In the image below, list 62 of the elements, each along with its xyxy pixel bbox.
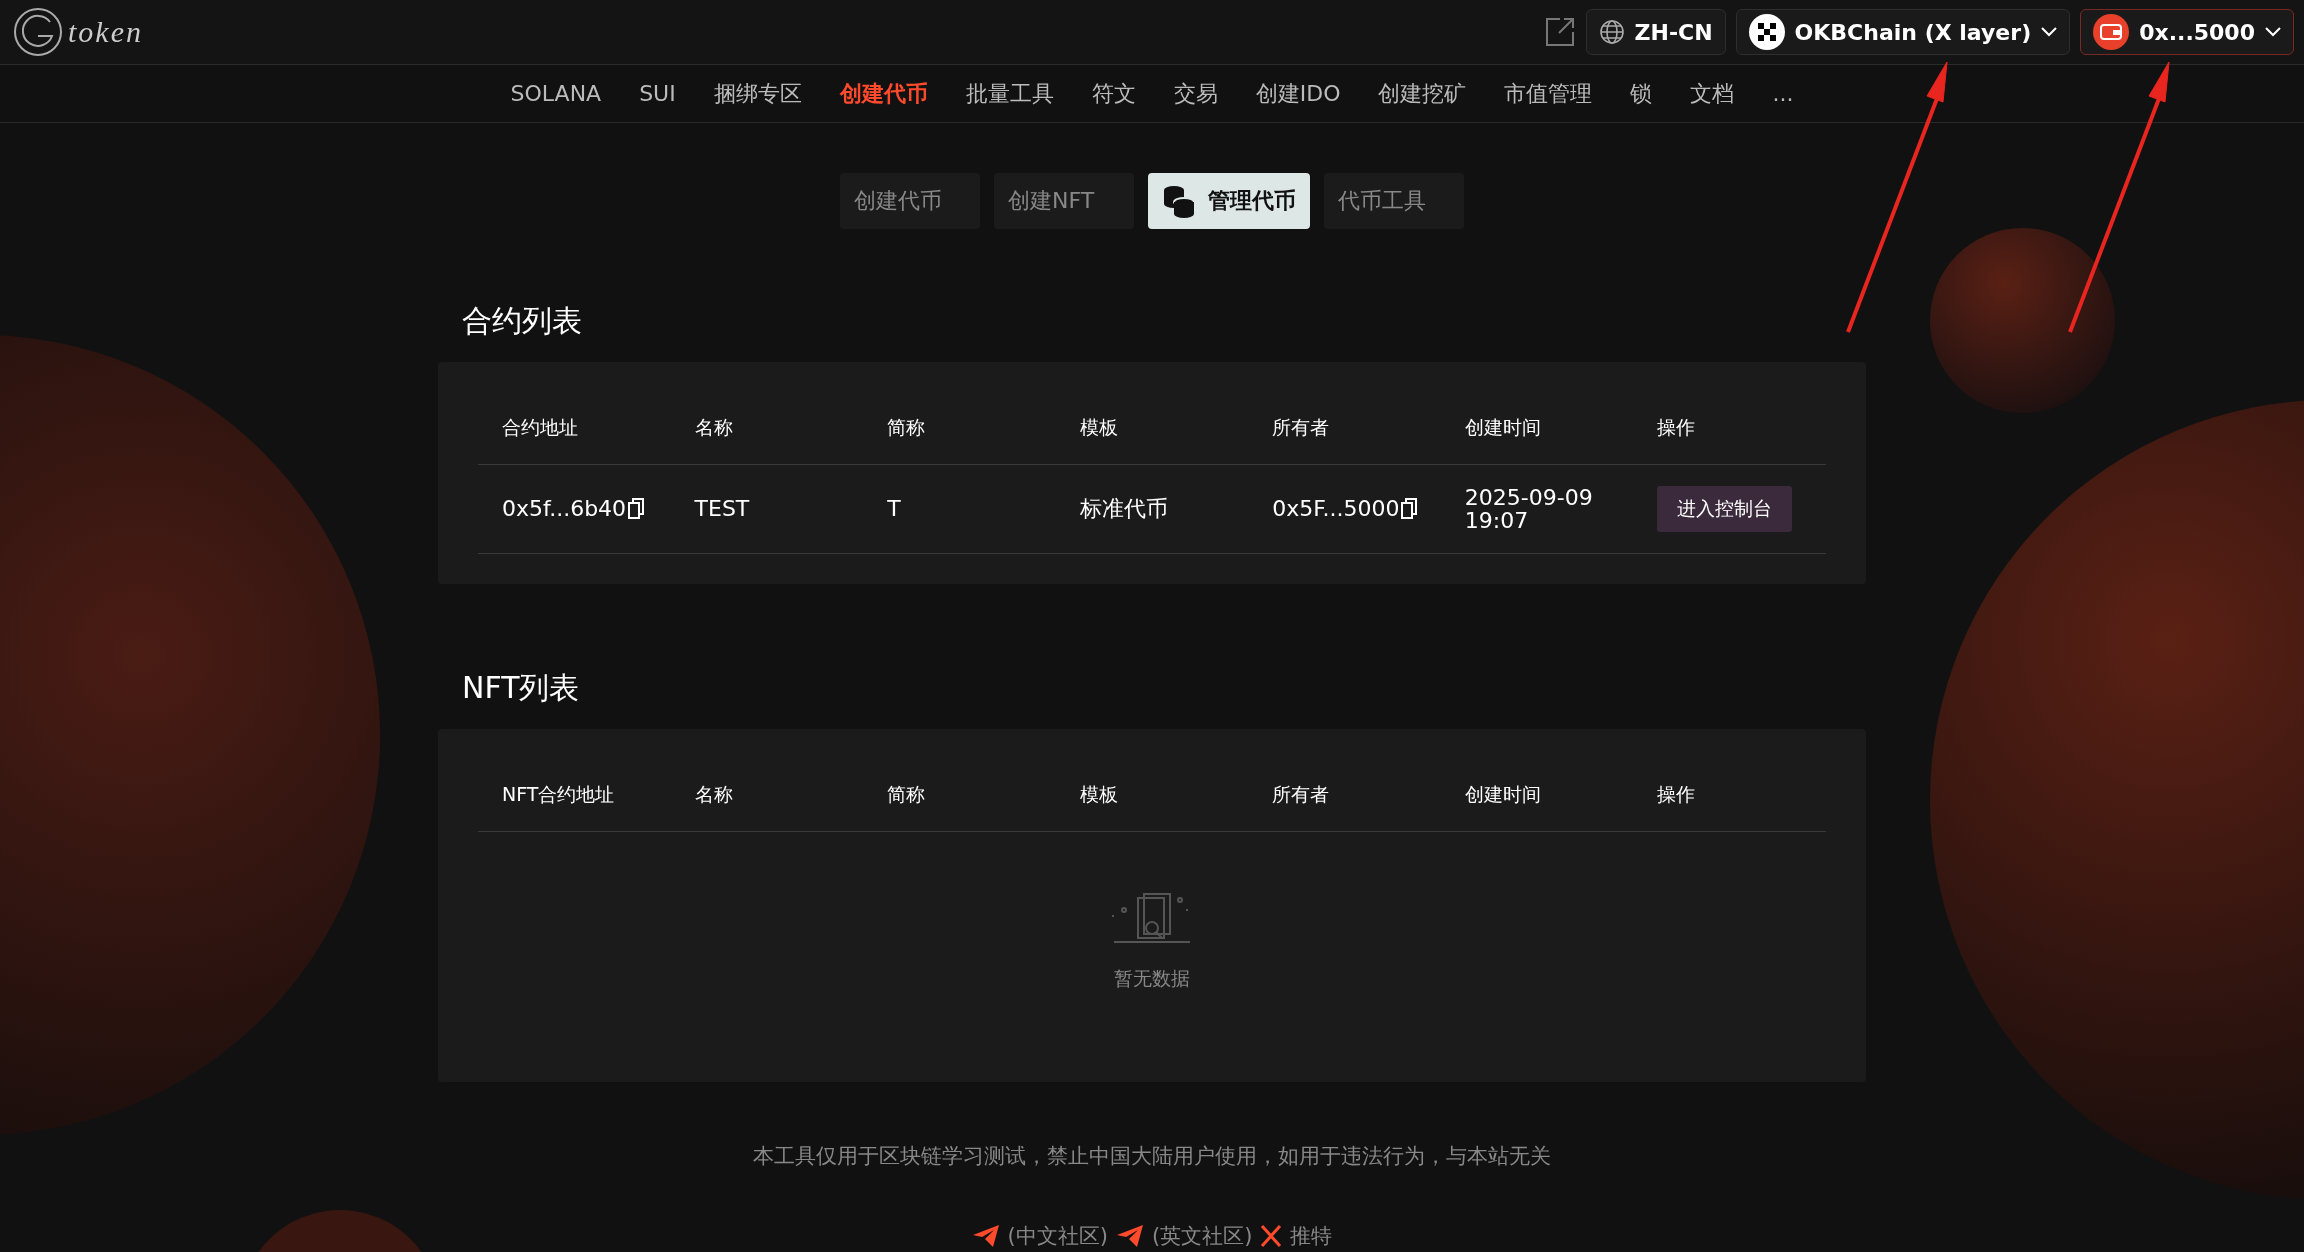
- column-header: 模板: [1078, 785, 1119, 805]
- wallet-icon: [2093, 14, 2130, 50]
- community-link[interactable]: 推特: [1260, 1222, 1333, 1250]
- column-header: 合约地址: [501, 418, 579, 438]
- network-selector[interactable]: OKBChain (X layer): [1735, 9, 2071, 55]
- sub-tab[interactable]: 管理代币: [1148, 173, 1310, 229]
- console-button[interactable]: 进入控制台: [1657, 486, 1793, 532]
- disclaimer-text: 本工具仅用于区块链学习测试，禁止中国大陆用户使用，如用于违法行为，与本站无关: [753, 1143, 1551, 1170]
- nav-link[interactable]: ...: [1772, 81, 1794, 106]
- sub-tab[interactable]: 创建NFT: [994, 173, 1134, 229]
- nav-link[interactable]: 市值管理: [1504, 78, 1593, 109]
- column-header: 创建时间: [1463, 418, 1542, 438]
- section-title: 合约列表: [462, 302, 583, 340]
- address-text: 0x5F...5000: [1272, 497, 1400, 521]
- sub-tab[interactable]: 代币工具: [1324, 173, 1464, 229]
- column-header: 名称: [693, 785, 734, 805]
- sub-tab[interactable]: 创建代币: [840, 173, 980, 229]
- table-cell-text: 2025-09-09 19:07: [1463, 485, 1594, 533]
- nav-link[interactable]: 创建代币: [839, 78, 928, 109]
- chevron-down-icon: [2041, 27, 2058, 37]
- column-header: 操作: [1656, 785, 1697, 805]
- column-header: 简称: [886, 785, 927, 805]
- column-header: 模板: [1078, 418, 1119, 438]
- paper-plane-icon[interactable]: [971, 1224, 1000, 1248]
- address-text: 0x5f...6b40: [502, 497, 627, 521]
- table-cell-text: TEST: [693, 497, 751, 521]
- nav-link[interactable]: 文档: [1690, 78, 1735, 109]
- nav-link[interactable]: 批量工具: [965, 78, 1054, 109]
- nav-link[interactable]: 锁: [1630, 78, 1653, 109]
- coins-icon: [1162, 184, 1196, 218]
- globe-icon: [1598, 19, 1625, 45]
- share-icon[interactable]: [1543, 16, 1576, 48]
- column-header: 操作: [1656, 418, 1697, 438]
- chevron-down-icon: [2265, 27, 2281, 37]
- column-header: 所有者: [1271, 418, 1331, 438]
- nav-link[interactable]: 符文: [1091, 78, 1136, 109]
- section-title: NFT列表: [462, 669, 581, 707]
- language-button[interactable]: ZH-CN: [1585, 9, 1726, 55]
- paper-plane-icon[interactable]: [1116, 1224, 1144, 1248]
- logo-text: token: [68, 15, 143, 49]
- logo-icon: [12, 6, 64, 58]
- column-header: 名称: [693, 418, 734, 438]
- nav-link[interactable]: SUI: [639, 81, 676, 106]
- column-header: 所有者: [1271, 785, 1331, 805]
- nav-link[interactable]: 创建IDO: [1255, 78, 1341, 109]
- nav-link[interactable]: SOLANA: [510, 81, 602, 106]
- copy-icon[interactable]: [1401, 498, 1418, 520]
- empty-text: 暂无数据: [1114, 966, 1190, 991]
- copy-icon[interactable]: [628, 498, 645, 520]
- wallet-button[interactable]: 0x...5000: [2080, 9, 2294, 55]
- table-cell-text: T: [886, 497, 902, 521]
- column-header: 简称: [886, 418, 927, 438]
- column-header: 创建时间: [1463, 785, 1542, 805]
- community-link[interactable]: (英文社区): [1116, 1222, 1253, 1250]
- column-header: NFT合约地址: [501, 785, 616, 805]
- table-cell-text: 标准代币: [1078, 497, 1169, 521]
- nav-link[interactable]: 交易: [1173, 78, 1218, 109]
- x-logo-icon[interactable]: [1260, 1225, 1283, 1247]
- nav-link[interactable]: 创建挖矿: [1378, 78, 1467, 109]
- nav-link[interactable]: 捆绑专区: [713, 78, 802, 109]
- community-link[interactable]: (中文社区): [971, 1222, 1108, 1250]
- chain-logo-icon: [1748, 14, 1785, 50]
